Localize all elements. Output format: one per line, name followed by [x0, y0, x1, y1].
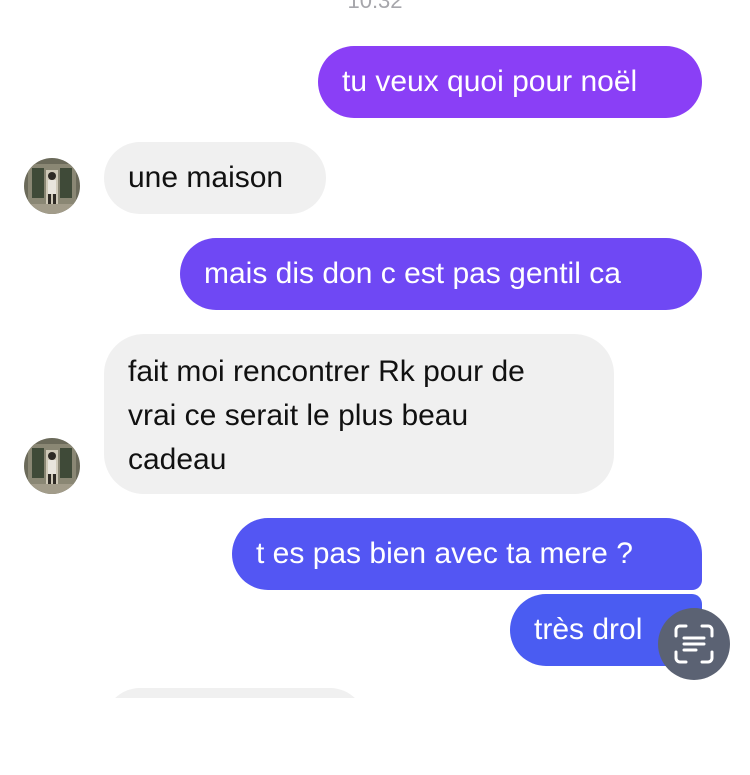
message-text-line: fait moi rencontrer Rk pour de: [128, 355, 525, 388]
message-text: une maison: [128, 161, 284, 194]
outgoing-message-bubble[interactable]: mais dis don c est pas gentil ca: [180, 238, 702, 310]
incoming-message-bubble[interactable]: fait moi rencontrer Rk pour de vrai ce s…: [104, 334, 614, 494]
contact-avatar[interactable]: [24, 158, 80, 214]
message-text: très drol: [534, 613, 643, 646]
live-text-scan-icon: [674, 624, 714, 664]
outgoing-message-bubble[interactable]: t es pas bien avec ta mere ?: [232, 518, 702, 590]
message-text: tu veux quoi pour noël: [342, 65, 638, 98]
message-text: mais dis don c est pas gentil ca: [204, 257, 621, 290]
live-text-scan-button[interactable]: [658, 608, 730, 680]
avatar-photo-icon: [24, 158, 80, 214]
avatar-photo-icon: [24, 438, 80, 494]
message-text-line: vrai ce serait le plus beau: [128, 399, 469, 432]
viewport-bottom-edge: [0, 698, 750, 775]
outgoing-message-bubble[interactable]: tu veux quoi pour noël: [318, 46, 702, 118]
incoming-message-bubble[interactable]: une maison: [104, 142, 326, 214]
message-timestamp: 10:32: [347, 0, 403, 13]
message-text-line: cadeau: [128, 443, 227, 476]
contact-avatar[interactable]: [24, 438, 80, 494]
message-text: t es pas bien avec ta mere ?: [256, 537, 633, 570]
